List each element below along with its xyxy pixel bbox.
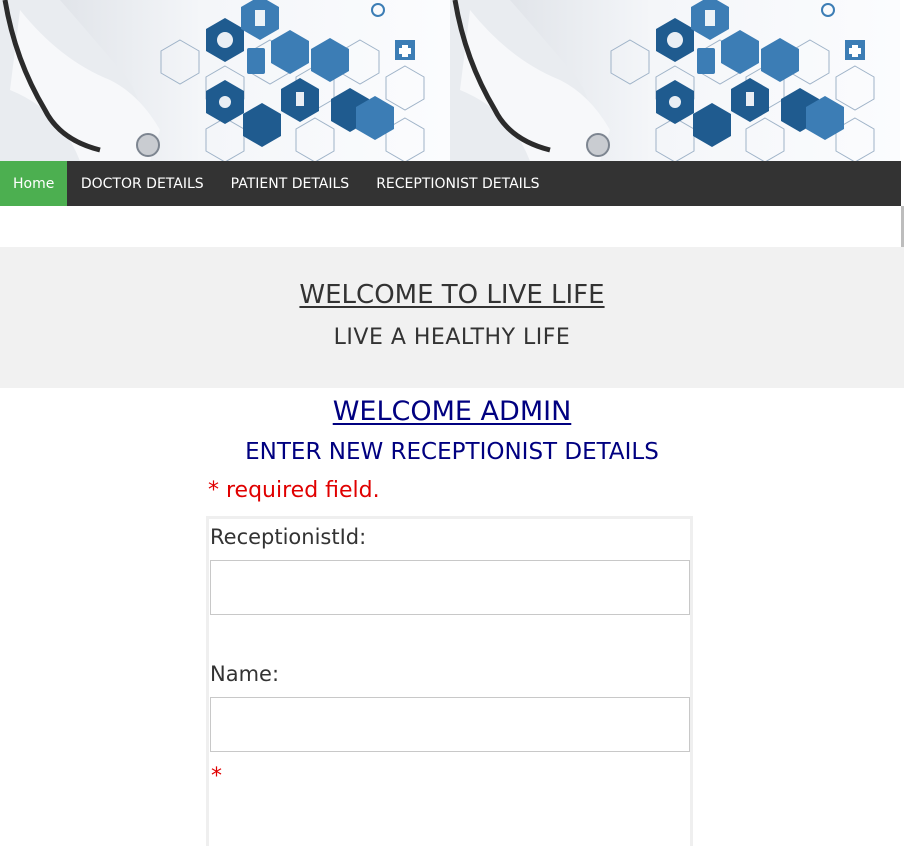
- admin-title: WELCOME ADMIN: [332, 396, 572, 427]
- top-navigation: Home DOCTOR DETAILS PATIENT DETAILS RECE…: [0, 161, 901, 206]
- header-banner: [0, 0, 904, 161]
- name-label: Name:: [210, 662, 280, 686]
- nav-receptionist-details[interactable]: RECEPTIONIST DETAILS: [363, 161, 553, 206]
- name-required-star: *: [211, 764, 222, 789]
- nav-doctor-details[interactable]: DOCTOR DETAILS: [67, 161, 217, 206]
- welcome-title: WELCOME TO LIVE LIFE: [299, 280, 605, 310]
- receptionist-form: ReceptionistId: Name: *: [206, 516, 693, 846]
- name-input[interactable]: [210, 697, 690, 752]
- welcome-subtitle: LIVE A HEALTHY LIFE: [333, 325, 571, 350]
- form-heading: ENTER NEW RECEPTIONIST DETAILS: [245, 439, 659, 465]
- receptionist-id-label: ReceptionistId:: [210, 525, 367, 549]
- nav-patient-details[interactable]: PATIENT DETAILS: [217, 161, 363, 206]
- receptionist-id-input[interactable]: [210, 560, 690, 615]
- required-field-note: * required field.: [208, 478, 380, 503]
- welcome-section: [0, 247, 904, 388]
- nav-home[interactable]: Home: [0, 161, 68, 206]
- medical-banner-image: [0, 0, 904, 161]
